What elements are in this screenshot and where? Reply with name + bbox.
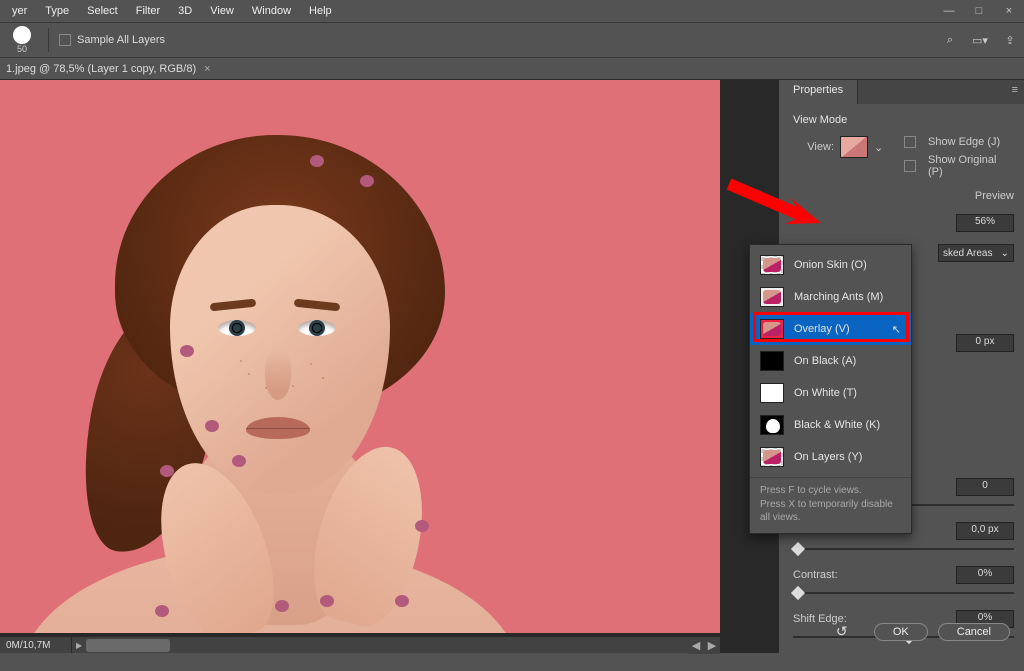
- menu-type[interactable]: Type: [37, 2, 77, 20]
- search-icon[interactable]: ⌕: [942, 32, 958, 48]
- view-item-label: On White (T): [794, 387, 857, 399]
- cursor-icon: ↖: [892, 323, 901, 336]
- view-item-label: Overlay (V): [794, 323, 850, 335]
- view-item-marching-ants[interactable]: Marching Ants (M): [750, 281, 911, 313]
- view-mode-dropdown: Onion Skin (O) Marching Ants (M) Overlay…: [749, 244, 912, 534]
- view-item-onion-skin[interactable]: Onion Skin (O): [750, 249, 911, 281]
- separator: [48, 28, 49, 52]
- scroll-right-icon[interactable]: ▶: [704, 637, 720, 654]
- view-dropdown-icon[interactable]: ⌄: [874, 141, 884, 154]
- view-item-label: On Black (A): [794, 355, 856, 367]
- transparency-input[interactable]: 56%: [956, 214, 1014, 232]
- menu-3d[interactable]: 3D: [170, 2, 200, 20]
- onion-skin-icon: [760, 255, 784, 275]
- view-item-label: Marching Ants (M): [794, 291, 883, 303]
- on-black-icon: [760, 351, 784, 371]
- menu-bar: yer Type Select Filter 3D View Window He…: [0, 0, 1024, 22]
- panel-tabstrip: Properties: [779, 80, 1024, 104]
- horizontal-scrollbar[interactable]: [86, 639, 688, 652]
- view-item-on-layers[interactable]: On Layers (Y): [750, 441, 911, 473]
- window-controls: — □ ×: [934, 0, 1024, 22]
- workspace-switcher-icon[interactable]: ▭▾: [972, 32, 988, 48]
- maximize-button[interactable]: □: [964, 0, 994, 22]
- close-button[interactable]: ×: [994, 0, 1024, 22]
- black-white-icon: [760, 415, 784, 435]
- status-bar: 0M/10,7M ▶ ◀ ▶: [0, 636, 720, 653]
- ok-button[interactable]: OK: [874, 623, 928, 641]
- reset-icon[interactable]: ↺: [836, 623, 858, 641]
- menu-help[interactable]: Help: [301, 2, 340, 20]
- on-layers-icon: [760, 447, 784, 467]
- view-item-label: On Layers (Y): [794, 451, 862, 463]
- menu-window[interactable]: Window: [244, 2, 299, 20]
- contrast-label: Contrast:: [793, 569, 948, 581]
- preview-label: Preview: [975, 190, 1014, 202]
- show-edge-label: Show Edge (J): [928, 136, 1000, 148]
- panel-menu-icon[interactable]: ≡: [1012, 84, 1018, 96]
- view-item-on-white[interactable]: On White (T): [750, 377, 911, 409]
- feather-slider[interactable]: [793, 544, 1014, 554]
- info-arrow-icon[interactable]: ▶: [72, 641, 86, 650]
- tab-properties[interactable]: Properties: [779, 80, 858, 104]
- workspace: 0M/10,7M ▶ ◀ ▶ Properties ≡ View Mode Vi…: [0, 80, 1024, 653]
- scrollbar-thumb[interactable]: [86, 639, 170, 652]
- document-info[interactable]: 0M/10,7M: [0, 637, 72, 653]
- overlay-icon: [760, 319, 784, 339]
- share-icon[interactable]: ⇪: [1002, 32, 1018, 48]
- contrast-slider[interactable]: [793, 588, 1014, 598]
- show-original-checkbox[interactable]: [904, 160, 916, 172]
- portrait-image: [60, 125, 580, 633]
- radius-input[interactable]: 0 px: [956, 334, 1014, 352]
- view-item-overlay[interactable]: Overlay (V) ↖: [750, 313, 911, 345]
- show-original-label: Show Original (P): [928, 154, 1014, 178]
- sample-all-layers-label: Sample All Layers: [77, 34, 165, 46]
- view-item-label: Black & White (K): [794, 419, 880, 431]
- chevron-down-icon: ⌄: [1001, 248, 1009, 259]
- cancel-button[interactable]: Cancel: [938, 623, 1010, 641]
- view-thumbnail[interactable]: [840, 136, 868, 158]
- brush-shape-icon: [13, 26, 31, 44]
- document-title: 1.jpeg @ 78,5% (Layer 1 copy, RGB/8): [6, 63, 196, 75]
- close-tab-icon[interactable]: ×: [204, 63, 210, 75]
- view-label: View:: [793, 141, 834, 153]
- minimize-button[interactable]: —: [934, 0, 964, 22]
- indicates-dropdown[interactable]: sked Areas ⌄: [938, 244, 1014, 262]
- menu-select[interactable]: Select: [79, 2, 126, 20]
- menu-layer[interactable]: yer: [4, 2, 35, 20]
- scroll-left-icon[interactable]: ◀: [688, 637, 704, 654]
- menu-filter[interactable]: Filter: [128, 2, 168, 20]
- document-tab[interactable]: 1.jpeg @ 78,5% (Layer 1 copy, RGB/8) ×: [0, 58, 1024, 80]
- view-menu-hint: Press F to cycle views. Press X to tempo…: [750, 477, 911, 533]
- show-edge-checkbox[interactable]: [904, 136, 916, 148]
- brush-preview[interactable]: 50: [6, 26, 38, 54]
- options-bar: 50 Sample All Layers ⌕ ▭▾ ⇪: [0, 22, 1024, 58]
- view-item-black-white[interactable]: Black & White (K): [750, 409, 911, 441]
- view-item-label: Onion Skin (O): [794, 259, 867, 271]
- sample-all-layers-checkbox[interactable]: [59, 34, 71, 46]
- brush-size-label: 50: [17, 44, 27, 54]
- marching-ants-icon: [760, 287, 784, 307]
- menu-view[interactable]: View: [202, 2, 242, 20]
- feather-input[interactable]: 0,0 px: [956, 522, 1014, 540]
- view-mode-heading: View Mode: [793, 114, 1014, 126]
- view-item-on-black[interactable]: On Black (A): [750, 345, 911, 377]
- on-white-icon: [760, 383, 784, 403]
- smooth-input[interactable]: 0: [956, 478, 1014, 496]
- canvas[interactable]: [0, 80, 720, 633]
- contrast-input[interactable]: 0%: [956, 566, 1014, 584]
